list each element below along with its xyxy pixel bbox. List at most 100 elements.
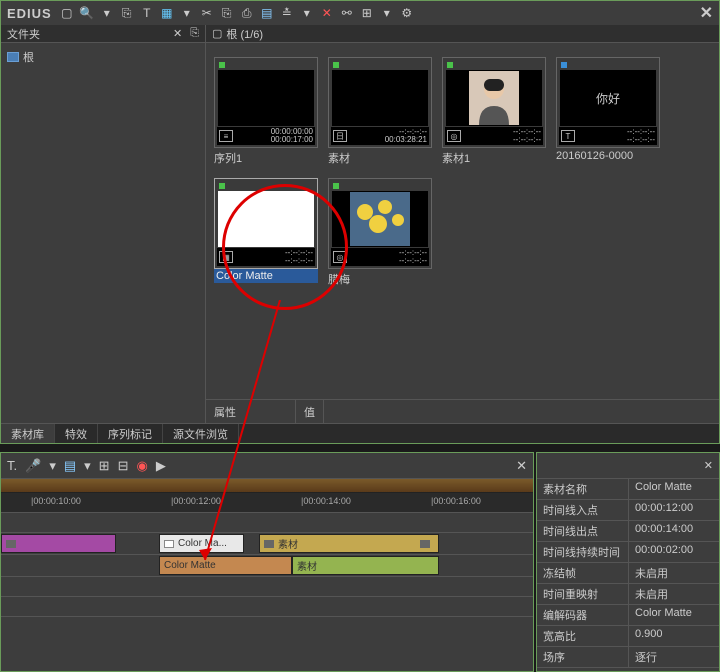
clip-type-icon: ◎ — [447, 130, 461, 142]
tl-text-icon[interactable]: T. — [7, 458, 17, 473]
track-video2[interactable]: Color Matte 素材 — [1, 555, 533, 577]
dropdown2-icon[interactable]: ▾ — [300, 6, 314, 20]
clip-item[interactable]: 你好T--:--:--:----:--:--:--20160126-0000 — [556, 57, 660, 168]
panel-close-icon[interactable]: ✕ — [173, 27, 182, 40]
info-key: 场序 — [537, 647, 629, 667]
clip-timecode: ▦--:--:--:----:--:--:-- — [217, 248, 315, 266]
copy-icon[interactable]: ⎘ — [220, 6, 234, 20]
info-row: 时间重映射未启用 — [537, 584, 719, 605]
tl-layout-icon[interactable]: ▤ — [64, 458, 76, 474]
settings-icon[interactable]: ⚙ — [400, 6, 414, 20]
timeline-ruler[interactable] — [1, 479, 533, 493]
time-label: |00:00:16:00 — [431, 496, 481, 506]
bin-folder-icon: ▢ — [212, 27, 222, 40]
tab-library[interactable]: 素材库 — [1, 424, 55, 443]
info-value: Color Matte — [629, 479, 719, 499]
info-panel: ✕ 素材名称Color Matte时间线入点00:00:12:00时间线出点00… — [536, 452, 720, 672]
tab-effects[interactable]: 特效 — [55, 424, 98, 443]
clip-item[interactable]: ◎--:--:--:----:--:--:-- 腊梅 — [328, 178, 432, 289]
dropdown3-icon[interactable]: ▾ — [380, 6, 394, 20]
layout-icon[interactable]: ▤ — [260, 6, 274, 20]
clip-type-icon: ▦ — [219, 251, 233, 263]
close-icon[interactable]: ✕ — [700, 3, 713, 23]
clip-sucai[interactable]: 素材 — [259, 534, 439, 553]
tool-dropdown-icon[interactable]: ▾ — [100, 6, 114, 20]
tl-tool2-icon[interactable]: ⊟ — [118, 458, 129, 474]
link-icon[interactable]: ⚯ — [340, 6, 354, 20]
info-row: 时间线出点00:00:14:00 — [537, 521, 719, 542]
info-row: 素材名称Color Matte — [537, 479, 719, 500]
info-value: 00:00:14:00 — [629, 521, 719, 541]
view-icon[interactable]: ⊞ — [360, 6, 374, 20]
info-key: 编解码器 — [537, 605, 629, 625]
info-row: 冻结帧未启用 — [537, 563, 719, 584]
track-empty2[interactable] — [1, 577, 533, 597]
tab-markers[interactable]: 序列标记 — [98, 424, 163, 443]
tree-root-item[interactable]: 根 — [5, 47, 201, 67]
clip-timecode: ◎--:--:--:----:--:--:-- — [331, 248, 429, 266]
track-empty[interactable] — [1, 513, 533, 533]
clip-thumb: 你好 — [560, 70, 656, 126]
clip-sucai2[interactable]: 素材 — [292, 556, 439, 575]
search-icon[interactable]: 🔍 — [80, 6, 94, 20]
info-key: 时间线持续时间 — [537, 542, 629, 562]
info-value: 未启用 — [629, 584, 719, 604]
timeline-tracks: Color Ma... 素材 Color Matte 素材 — [1, 513, 533, 617]
clip-item[interactable]: ≡00:00:00:0000:00:17:00序列1 — [214, 57, 318, 168]
app-titlebar: EDIUS ▢ 🔍 ▾ ⎘ T ▦ ▾ ✂ ⎘ ⎙ ▤ ≛ ▾ ✕ ⚯ ⊞ ▾ … — [1, 1, 719, 25]
info-row: 时间线持续时间00:00:02:00 — [537, 542, 719, 563]
panel-pin-icon[interactable]: ⎘ — [190, 27, 199, 40]
tl-dropdown-icon[interactable]: ▾ — [49, 458, 56, 474]
clip-dot — [333, 62, 339, 68]
clip-dot — [219, 183, 225, 189]
folder-panel-header: 文件夹 ✕ ⎘ — [1, 25, 205, 43]
tl-close-icon[interactable]: ✕ — [516, 458, 527, 474]
tl-record-icon[interactable]: ◉ — [136, 458, 147, 474]
tl-dropdown2-icon[interactable]: ▾ — [84, 458, 91, 474]
delete-icon[interactable]: ✕ — [320, 6, 334, 20]
clip-timecode: T--:--:--:----:--:--:-- — [559, 127, 657, 145]
timeline-scale[interactable]: |00:00:10:00 |00:00:12:00 |00:00:14:00 |… — [1, 493, 533, 513]
time-label: |00:00:10:00 — [31, 496, 81, 506]
track-video1[interactable]: Color Ma... 素材 — [1, 533, 533, 555]
clip-item[interactable]: 日--:--:--:--00:03:28:21素材 — [328, 57, 432, 168]
track-empty3[interactable] — [1, 597, 533, 617]
clip-name: 腊梅 — [328, 269, 432, 289]
folder-icon[interactable]: ▢ — [60, 6, 74, 20]
clip-timecode: ◎--:--:--:----:--:--:-- — [445, 127, 543, 145]
clip-name: Color Matte — [214, 269, 318, 283]
info-value: 00:00:02:00 — [629, 542, 719, 562]
text-icon[interactable]: T — [140, 6, 154, 20]
clip-dot — [333, 183, 339, 189]
clip-dot — [219, 62, 225, 68]
info-row: 场序逐行 — [537, 647, 719, 668]
cut-icon[interactable]: ✂ — [200, 6, 214, 20]
info-rows: 素材名称Color Matte时间线入点00:00:12:00时间线出点00:0… — [537, 479, 719, 668]
tl-mic-icon[interactable]: 🎤 — [25, 458, 41, 474]
clip-color-matte-short[interactable]: Color Ma... — [159, 534, 244, 553]
clip-purple[interactable] — [1, 534, 116, 553]
info-header: ✕ — [537, 453, 719, 479]
prop-col-header: 属性 — [206, 400, 296, 423]
clip-thumb — [218, 70, 314, 126]
tl-play-icon[interactable]: ▶ — [156, 458, 166, 474]
clip-type-icon: ◎ — [333, 251, 347, 263]
color-icon[interactable]: ▦ — [160, 6, 174, 20]
tl-tool1-icon[interactable]: ⊞ — [99, 458, 110, 474]
clip-type-icon: T — [561, 130, 575, 142]
clip-color-matte[interactable]: Color Matte — [159, 556, 292, 575]
clip-name: 序列1 — [214, 148, 318, 168]
info-row: 编解码器Color Matte — [537, 605, 719, 626]
clip-item[interactable]: ▦--:--:--:----:--:--:-- Color Matte — [214, 178, 318, 289]
clip-dot — [561, 62, 567, 68]
clip-grid: ≡00:00:00:0000:00:17:00序列1日--:--:--:--00… — [206, 43, 719, 399]
dropdown-icon[interactable]: ▾ — [180, 6, 194, 20]
clip-item[interactable]: ◎--:--:--:----:--:--:--素材1 — [442, 57, 546, 168]
paste-icon[interactable]: ⎙ — [240, 6, 254, 20]
new-icon[interactable]: ⎘ — [120, 6, 134, 20]
insert-icon[interactable]: ≛ — [280, 6, 294, 20]
time-label: |00:00:14:00 — [301, 496, 351, 506]
tab-browse[interactable]: 源文件浏览 — [163, 424, 239, 443]
info-close-icon[interactable]: ✕ — [704, 459, 713, 472]
toolbar: ▢ 🔍 ▾ ⎘ T ▦ ▾ ✂ ⎘ ⎙ ▤ ≛ ▾ ✕ ⚯ ⊞ ▾ ⚙ — [60, 6, 414, 20]
